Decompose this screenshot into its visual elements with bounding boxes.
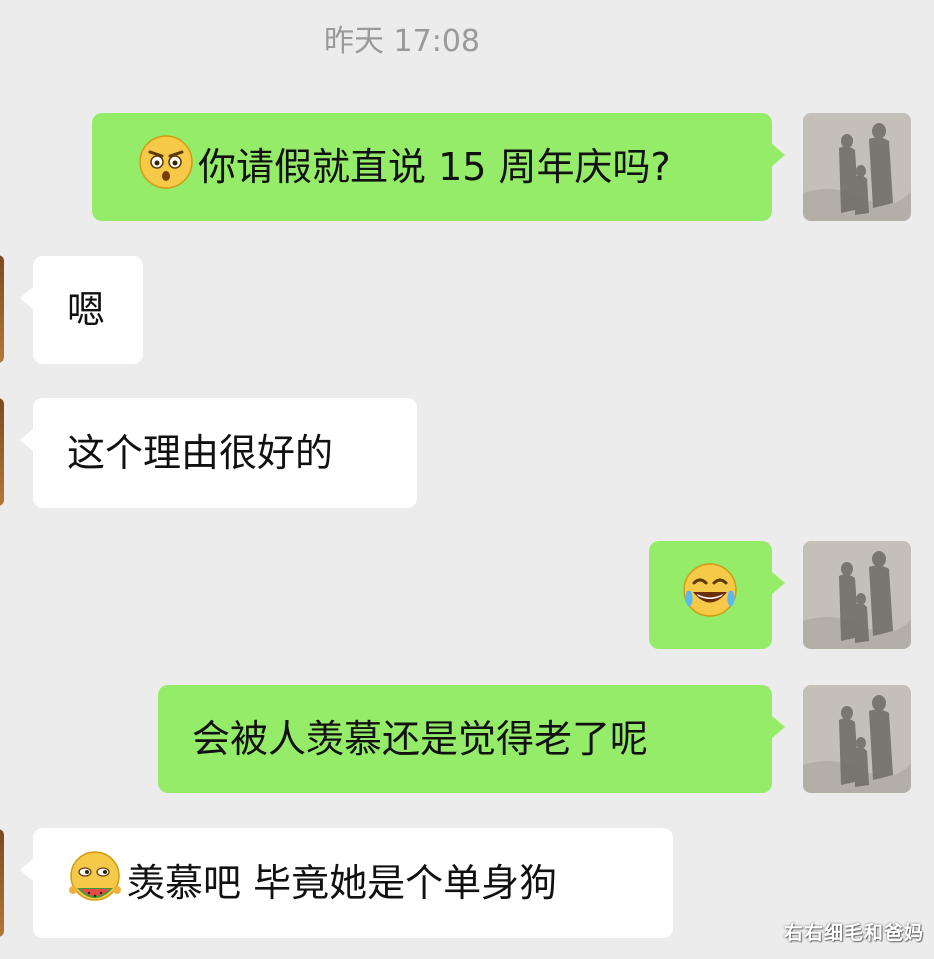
message-text: 嗯 xyxy=(67,288,106,332)
contact-avatar[interactable] xyxy=(0,255,4,363)
contact-avatar[interactable] xyxy=(0,398,4,506)
message-bubble-outgoing[interactable]: 你请假就直说 15 周年庆吗? xyxy=(92,113,785,221)
message-text: 会被人羡慕还是觉得老了呢 xyxy=(192,717,649,761)
eating-watermelon-emoji xyxy=(67,850,123,916)
message-text: 你请假就直说 15 周年庆吗? xyxy=(198,145,671,189)
user-avatar[interactable] xyxy=(803,541,911,649)
watermark: 右右细毛和爸妈 xyxy=(783,922,924,944)
chat-window: 昨天 17:08 你请假就直说 15 周年庆吗? 嗯 这个理由很好的 会被人羡慕… xyxy=(0,0,934,959)
contact-avatar[interactable] xyxy=(0,829,4,937)
message-text: 这个理由很好的 xyxy=(67,431,334,475)
message-bubble-incoming[interactable]: 这个理由很好的 xyxy=(20,398,417,508)
shocked-face-emoji xyxy=(138,134,194,200)
user-avatar[interactable] xyxy=(803,113,911,221)
tears-of-joy-emoji xyxy=(681,561,739,629)
user-avatar[interactable] xyxy=(803,685,911,793)
message-bubble-outgoing[interactable] xyxy=(649,541,785,649)
message-bubble-outgoing[interactable]: 会被人羡慕还是觉得老了呢 xyxy=(158,685,785,793)
message-text: 羡慕吧 毕竟她是个单身狗 xyxy=(127,861,558,905)
message-timestamp: 昨天 17:08 xyxy=(324,24,480,59)
message-bubble-incoming[interactable]: 羡慕吧 毕竟她是个单身狗 xyxy=(20,828,673,938)
message-bubble-incoming[interactable]: 嗯 xyxy=(20,256,143,364)
